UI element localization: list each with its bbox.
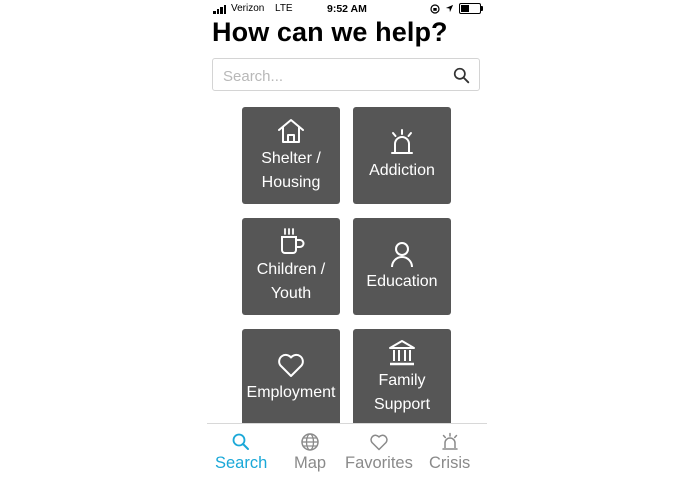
category-label-line2: Housing	[261, 174, 321, 191]
category-label: Employment	[246, 384, 336, 401]
battery-icon	[459, 3, 483, 14]
tab-bar: Search Map Favorites Crisis	[207, 423, 487, 495]
category-children-youth[interactable]: Children / Youth	[242, 218, 340, 315]
tab-label: Search	[215, 454, 268, 472]
status-bar: Verizon LTE 9:52 AM	[207, 0, 487, 18]
coffee-cup-icon	[281, 228, 305, 254]
category-label-line2: Support	[373, 396, 431, 413]
category-shelter-housing[interactable]: Shelter / Housing	[242, 107, 340, 204]
carrier-name: Verizon	[231, 3, 265, 14]
status-icons	[430, 3, 483, 14]
heart-icon	[278, 353, 304, 377]
globe-icon	[301, 433, 319, 451]
heart-icon	[370, 434, 388, 451]
orientation-lock-icon	[430, 3, 440, 14]
tab-map[interactable]: Map	[294, 432, 326, 473]
tab-favorites[interactable]: Favorites	[345, 432, 413, 473]
category-label: Education	[366, 273, 438, 290]
page-title: How can we help?	[212, 17, 448, 47]
category-label: Children /	[256, 261, 326, 278]
tab-label: Map	[294, 454, 327, 472]
tab-label: Favorites	[345, 454, 413, 472]
signal-icon	[213, 5, 229, 14]
category-employment[interactable]: Employment	[242, 329, 340, 425]
siren-icon	[391, 129, 413, 154]
search-icon[interactable]	[453, 67, 470, 84]
category-label: Shelter /	[261, 150, 321, 167]
category-family-support[interactable]: Family Support	[353, 329, 451, 425]
tab-crisis[interactable]: Crisis	[429, 432, 470, 473]
search-bar[interactable]	[212, 58, 480, 91]
house-icon	[278, 119, 304, 143]
tab-search[interactable]: Search	[215, 432, 267, 473]
network-type: LTE	[275, 3, 293, 14]
category-education[interactable]: Education	[353, 218, 451, 315]
person-icon	[391, 242, 413, 268]
category-label: Addiction	[369, 162, 435, 179]
tab-label: Crisis	[429, 454, 471, 472]
search-icon	[232, 433, 250, 450]
category-label-line2: Youth	[270, 285, 312, 302]
category-addiction[interactable]: Addiction	[353, 107, 451, 204]
category-label: Family	[378, 372, 426, 389]
phone-screen: Verizon LTE 9:52 AM How can we help? She…	[207, 0, 487, 495]
siren-icon	[441, 432, 458, 450]
category-grid: Shelter / Housing Addiction Children / Y…	[242, 107, 452, 425]
location-icon	[445, 4, 454, 13]
status-time: 9:52 AM	[327, 3, 367, 15]
bank-icon	[389, 340, 415, 366]
search-input[interactable]	[221, 64, 445, 88]
